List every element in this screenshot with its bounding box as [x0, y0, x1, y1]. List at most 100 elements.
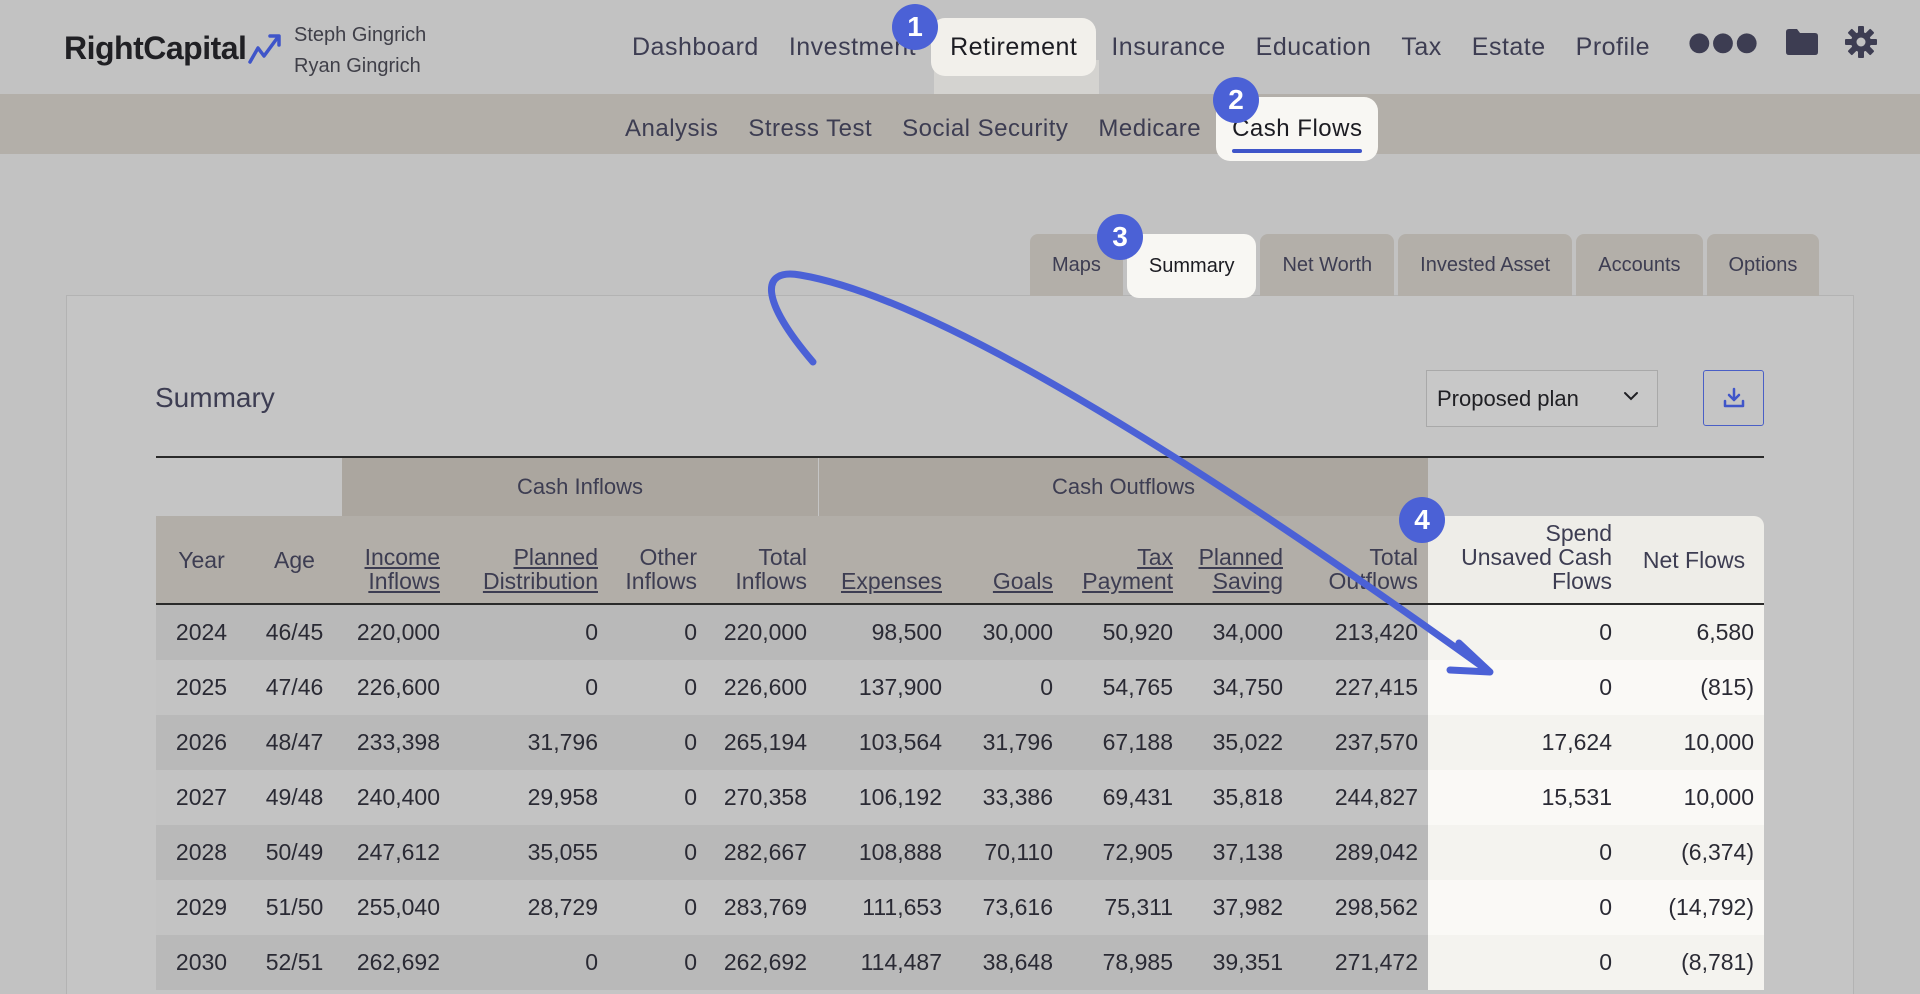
table-row: 2030 52/51 262,692 0 0 262,692 114,487 38,648 78… [156, 935, 1764, 990]
cell-year: 2030 [175, 949, 228, 975]
nav-estate[interactable]: Estate [1457, 18, 1561, 76]
cell-total-inflows: 220,000 [723, 619, 807, 645]
cell-expenses: 103,564 [858, 729, 942, 755]
cell-tax-payment: 78,985 [1102, 949, 1173, 975]
cell-tax-payment: 54,765 [1102, 674, 1173, 700]
more-icon[interactable]: ●●● [1688, 29, 1759, 55]
col-tax-payment[interactable]: Tax Payment [1063, 516, 1173, 604]
cell-total-inflows: 226,600 [723, 674, 807, 700]
cell-age: 46/45 [265, 619, 324, 645]
table-row: 2025 47/46 226,600 0 0 226,600 137,900 0 54,765 3… [156, 660, 1764, 715]
cell-tax-payment: 50,920 [1102, 619, 1173, 645]
subnav-analysis[interactable]: Analysis [610, 97, 733, 161]
cell-planned-distribution: 0 [585, 619, 598, 645]
chevron-down-icon [1624, 392, 1638, 401]
cell-spend-unsaved: 0 [1599, 619, 1612, 645]
group-cash-inflows: Cash Inflows [342, 458, 818, 516]
cell-planned-saving: 35,022 [1212, 729, 1283, 755]
cell-age: 50/49 [265, 839, 324, 865]
cell-net-flows: 10,000 [1683, 729, 1754, 755]
download-button[interactable] [1703, 370, 1764, 426]
cell-total-outflows: 227,415 [1334, 674, 1418, 700]
page-title: Summary [155, 382, 275, 413]
brand-name: RightCapital [64, 30, 247, 66]
cell-net-flows: (14,792) [1668, 894, 1754, 920]
cell-tax-payment: 75,311 [1104, 894, 1173, 920]
subnav-stress-test[interactable]: Stress Test [733, 97, 887, 161]
nav-dashboard[interactable]: Dashboard [617, 18, 774, 76]
tab-summary[interactable]: Summary [1126, 234, 1257, 298]
gear-icon[interactable] [1845, 26, 1878, 58]
cell-total-inflows: 265,194 [723, 729, 807, 755]
brand-logo[interactable]: RightCapital [64, 30, 284, 67]
cell-spend-unsaved: 0 [1599, 894, 1612, 920]
cell-expenses: 111,653 [862, 894, 942, 920]
cell-goals: 0 [1040, 674, 1053, 700]
cell-spend-unsaved: 17,624 [1541, 729, 1612, 755]
cell-total-inflows: 283,769 [723, 894, 807, 920]
client-names[interactable]: Steph Gingrich Ryan Gingrich [294, 20, 426, 82]
nav-insurance[interactable]: Insurance [1096, 18, 1240, 76]
cell-year: 2028 [175, 839, 228, 865]
nav-tax[interactable]: Tax [1386, 18, 1456, 76]
subnav-social-security[interactable]: Social Security [887, 97, 1083, 161]
cell-tax-payment: 72,905 [1102, 839, 1173, 865]
cell-total-outflows: 237,570 [1334, 729, 1418, 755]
col-planned-saving[interactable]: Planned Saving [1183, 516, 1283, 604]
cell-spend-unsaved: 0 [1599, 674, 1612, 700]
cell-age: 51/50 [265, 894, 324, 920]
cell-total-outflows: 289,042 [1334, 839, 1418, 865]
cell-planned-distribution: 31,796 [527, 729, 598, 755]
tab-options[interactable]: Options [1706, 234, 1820, 296]
cell-other-inflows: 0 [684, 619, 697, 645]
cell-net-flows: (8,781) [1681, 949, 1754, 975]
col-net-flows: Net Flows [1642, 547, 1746, 573]
step-badge: 2 [1213, 77, 1259, 123]
nav-profile[interactable]: Profile [1561, 18, 1665, 76]
subnav-medicare[interactable]: Medicare [1083, 97, 1216, 161]
col-spend-unsaved-cash-flows: Spend Unsaved Cash Flows [1461, 520, 1612, 594]
cell-tax-payment: 67,188 [1102, 729, 1173, 755]
col-income-inflows[interactable]: Income Inflows [342, 516, 440, 604]
cell-other-inflows: 0 [684, 784, 697, 810]
cell-planned-distribution: 28,729 [527, 894, 598, 920]
client-name: Steph Gingrich [294, 24, 427, 46]
table-row: 2026 48/47 233,398 31,796 0 265,194 103,564 31,… [156, 715, 1764, 770]
nav-education[interactable]: Education [1241, 18, 1387, 76]
cell-total-inflows: 270,358 [723, 784, 807, 810]
cell-net-flows: (815) [1700, 674, 1754, 700]
table-row: 2029 51/50 255,040 28,729 0 283,769 111,653 73,… [156, 880, 1764, 935]
client-name: Ryan Gingrich [294, 55, 421, 77]
col-expenses[interactable]: Expenses [820, 516, 942, 604]
plan-select[interactable]: Proposed plan [1426, 370, 1658, 427]
col-total-outflows: Total Outflows [1328, 544, 1418, 594]
cell-goals: 30,000 [982, 619, 1053, 645]
cell-planned-saving: 39,351 [1212, 949, 1283, 975]
sub-nav: Analysis Stress Test Social Security Med… [610, 97, 1379, 161]
cell-expenses: 106,192 [858, 784, 942, 810]
cell-spend-unsaved: 0 [1599, 839, 1612, 865]
cell-goals: 38,648 [982, 949, 1053, 975]
cell-planned-distribution: 29,958 [527, 784, 598, 810]
col-planned-distribution[interactable]: Planned Distribution [452, 516, 598, 604]
cell-planned-saving: 37,138 [1212, 839, 1283, 865]
cell-total-inflows: 262,692 [723, 949, 807, 975]
step-badge: 1 [892, 4, 938, 50]
tab-accounts[interactable]: Accounts [1576, 234, 1703, 296]
nav-retirement[interactable]: Retirement [931, 18, 1097, 76]
cell-spend-unsaved: 0 [1599, 949, 1612, 975]
col-goals[interactable]: Goals [952, 516, 1053, 604]
cell-year: 2029 [175, 894, 228, 920]
tab-net-worth[interactable]: Net Worth [1260, 234, 1395, 296]
folder-icon[interactable] [1785, 28, 1819, 56]
tab-invested-asset[interactable]: Invested Asset [1398, 234, 1573, 296]
cell-spend-unsaved: 15,531 [1541, 784, 1612, 810]
cell-total-outflows: 213,420 [1334, 619, 1418, 645]
cell-expenses: 114,487 [860, 949, 942, 975]
cell-total-outflows: 271,472 [1334, 949, 1418, 975]
cell-total-outflows: 244,827 [1334, 784, 1418, 810]
cell-planned-distribution: 0 [585, 949, 598, 975]
cell-year: 2026 [175, 729, 228, 755]
col-other-inflows: Other Inflows [625, 544, 697, 594]
cell-total-inflows: 282,667 [723, 839, 807, 865]
